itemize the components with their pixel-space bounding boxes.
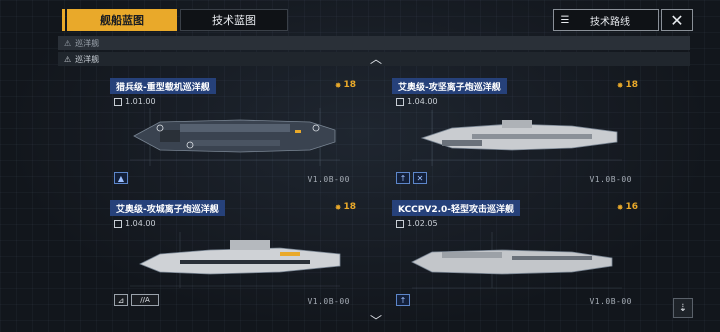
ship-badges: ↑ bbox=[396, 294, 410, 306]
ship-name: KCCPV2.0-轻型攻击巡洋舰 bbox=[392, 200, 521, 216]
ship-blueprint-image bbox=[412, 110, 622, 166]
ship-level-text: 18 bbox=[343, 202, 356, 212]
list-icon: ☰ bbox=[560, 14, 570, 26]
ship-card[interactable]: 艾奥级-攻城离子炮巡洋舰 1.04.00 ✸ 18 ⊿ //A V1.0B-00 bbox=[110, 200, 356, 308]
top-bar: 舰船蓝图 技术蓝图 ☰ 技术路线 ✕ bbox=[0, 0, 720, 34]
level-icon: ✸ bbox=[334, 80, 342, 90]
warning-icon: ⚠ bbox=[64, 38, 72, 48]
class-badge: //A bbox=[131, 294, 159, 306]
arrow-up-icon: ↑ bbox=[396, 172, 410, 184]
filter-row-category[interactable]: ⚠ 巡洋舰 bbox=[58, 36, 690, 50]
ship-badges: ↑ ✕ bbox=[396, 172, 427, 184]
ship-badges: ▲ bbox=[114, 172, 128, 184]
close-button[interactable]: ✕ bbox=[661, 9, 693, 31]
crossed-swords-icon: ✕ bbox=[413, 172, 427, 184]
tab-tech-blueprint[interactable]: 技术蓝图 bbox=[180, 9, 288, 31]
ship-card[interactable]: 艾奥级-攻坚离子炮巡洋舰 1.04.00 ✸ 18 ↑ ✕ V1.0B-00 bbox=[392, 78, 638, 186]
level-icon: ✸ bbox=[334, 202, 342, 212]
arrow-up-icon: ↑ bbox=[396, 294, 410, 306]
close-icon: ✕ bbox=[670, 10, 684, 30]
chevron-down-icon[interactable]: ﹀ bbox=[370, 312, 382, 329]
filter-row-category-label: 巡洋舰 bbox=[75, 38, 100, 48]
tab-ship-blueprint[interactable]: 舰船蓝图 bbox=[62, 9, 177, 31]
ship-level: ✸ 18 bbox=[335, 80, 356, 90]
ship-code: V1.0B-00 bbox=[307, 175, 350, 184]
ship-name: 艾奥级-攻城离子炮巡洋舰 bbox=[110, 200, 225, 216]
ship-code: V1.0B-00 bbox=[589, 175, 632, 184]
tech-route-button[interactable]: ☰ 技术路线 bbox=[553, 9, 659, 31]
ship-blueprint-image bbox=[130, 108, 340, 166]
level-icon: ✸ bbox=[616, 202, 624, 212]
ship-badges: ⊿ //A bbox=[114, 294, 159, 306]
tab-tech-blueprint-label: 技术蓝图 bbox=[212, 14, 256, 27]
tab-ship-blueprint-label: 舰船蓝图 bbox=[100, 14, 144, 27]
ship-level-text: 16 bbox=[625, 202, 638, 212]
carrier-icon: ▲ bbox=[114, 172, 128, 184]
ship-level-text: 18 bbox=[343, 80, 356, 90]
ship-level: ✸ 18 bbox=[617, 80, 638, 90]
sort-icon: ⇣ bbox=[678, 302, 688, 314]
filter-sort-button[interactable]: ⇣ bbox=[673, 298, 693, 318]
ship-level-text: 18 bbox=[625, 80, 638, 90]
ship-card[interactable]: 猎兵级-重型载机巡洋舰 1.01.00 ✸ 18 ▲ V1.0B-00 bbox=[110, 78, 356, 186]
ship-blueprint-image bbox=[411, 232, 622, 289]
ship-level: ✸ 18 bbox=[335, 202, 356, 212]
ship-code: V1.0B-00 bbox=[307, 297, 350, 306]
ship-level: ✸ 16 bbox=[617, 202, 638, 212]
ship-blueprint-image bbox=[130, 232, 341, 288]
ship-code: V1.0B-00 bbox=[589, 297, 632, 306]
cannon-icon: ⊿ bbox=[114, 294, 128, 306]
ship-name: 艾奥级-攻坚离子炮巡洋舰 bbox=[392, 78, 507, 94]
chevron-up-icon[interactable]: ︿ bbox=[370, 50, 382, 67]
tech-route-label: 技术路线 bbox=[590, 16, 630, 28]
ship-name: 猎兵级-重型载机巡洋舰 bbox=[110, 78, 216, 94]
ship-card[interactable]: KCCPV2.0-轻型攻击巡洋舰 1.02.05 ✸ 16 ↑ V1.0B-00 bbox=[392, 200, 638, 308]
filter-row-subcategory-label: 巡洋舰 bbox=[75, 54, 100, 64]
warning-icon: ⚠ bbox=[64, 54, 72, 64]
level-icon: ✸ bbox=[616, 80, 624, 90]
